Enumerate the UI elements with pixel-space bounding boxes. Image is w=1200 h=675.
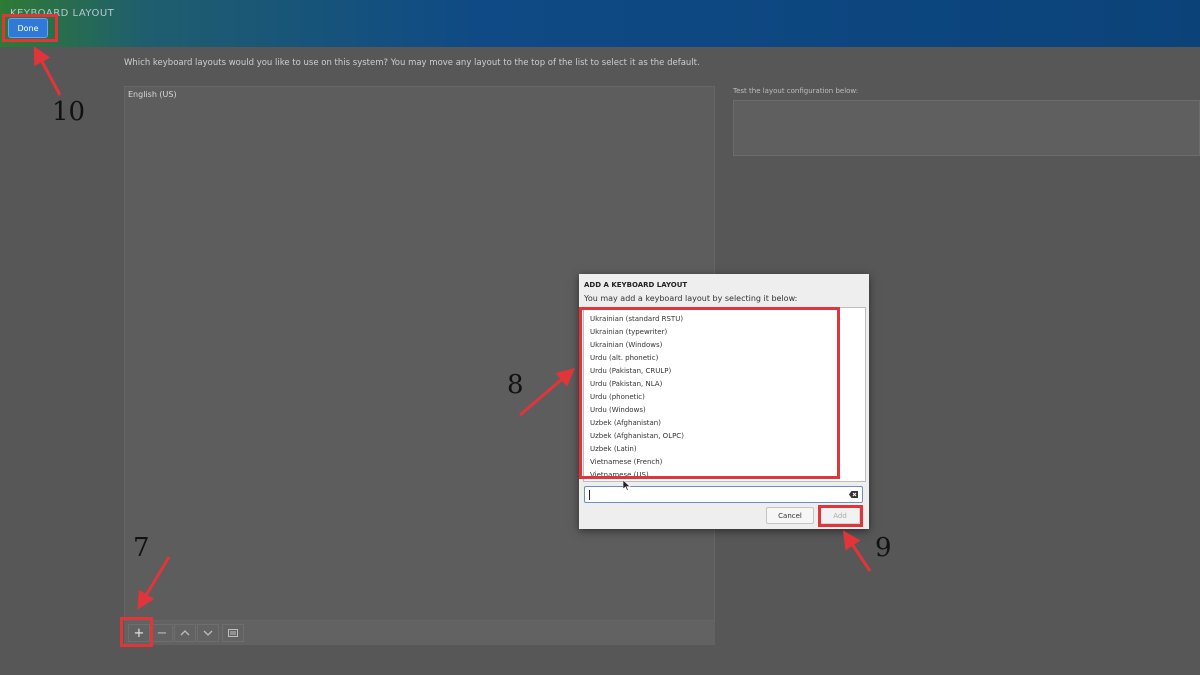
step-label-8: 8	[507, 370, 524, 400]
step-label-9: 9	[875, 533, 892, 563]
step-label-7: 7	[133, 533, 150, 563]
annotation-arrows	[33, 46, 872, 610]
step-label-10: 10	[52, 97, 86, 127]
